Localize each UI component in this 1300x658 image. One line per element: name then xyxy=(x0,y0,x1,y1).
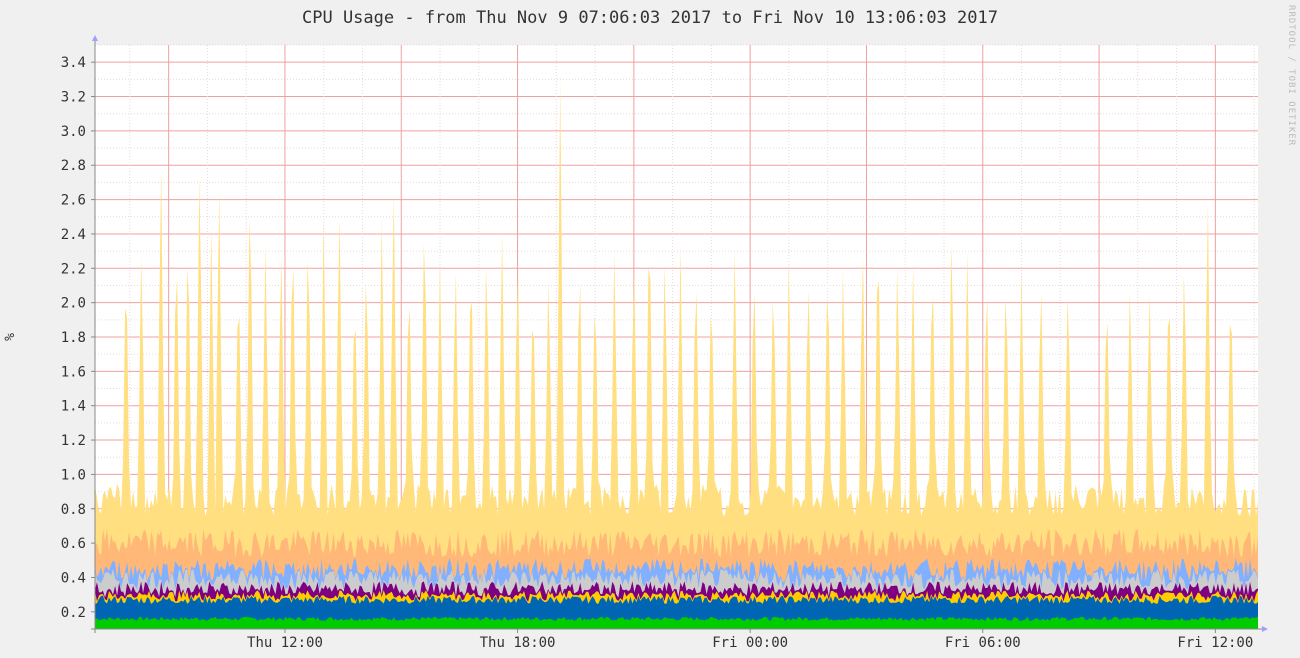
x-tick-label: Fri 06:00 xyxy=(945,635,1021,651)
y-tick-label: 1.0 xyxy=(61,467,86,483)
y-tick-label: 2.6 xyxy=(61,193,86,209)
y-tick-label: 0.6 xyxy=(61,536,86,552)
y-tick-label: 1.4 xyxy=(61,399,86,415)
y-tick-label: 1.6 xyxy=(61,364,86,380)
y-tick-label: 1.8 xyxy=(61,330,86,346)
x-axis-arrow xyxy=(1262,626,1268,632)
y-tick-label: 2.2 xyxy=(61,261,86,277)
y-tick-label: 0.2 xyxy=(61,605,86,621)
y-axis-unit: % xyxy=(3,333,18,341)
y-tick-label: 2.8 xyxy=(61,158,86,174)
y-axis-arrow xyxy=(92,35,98,41)
y-tick-label: 1.2 xyxy=(61,433,86,449)
x-tick-label: Fri 12:00 xyxy=(1177,635,1253,651)
x-tick-label: Thu 12:00 xyxy=(247,635,323,651)
y-tick-label: 2.0 xyxy=(61,296,86,312)
chart-title: CPU Usage - from Thu Nov 9 07:06:03 2017… xyxy=(302,8,998,28)
y-axis: 0.2 0.4 0.6 0.8 1.0 1.2 1.4 1.6 1.8 2.0 2.2 2.4 2.6 2… xyxy=(61,35,98,633)
y-tick-label: 3.0 xyxy=(61,124,86,140)
x-tick-label: Fri 00:00 xyxy=(712,635,788,651)
y-tick-label: 3.4 xyxy=(61,55,86,71)
y-tick-label: 2.4 xyxy=(61,227,86,243)
cpu-usage-chart: 0.2 0.4 0.6 0.8 1.0 1.2 1.4 1.6 1.8 2.0 2.2 2.4 2.6 2… xyxy=(3,5,1296,651)
x-axis: Thu 12:00 Thu 18:00 Fri 00:00 Fri 06:00 Fri … xyxy=(91,626,1268,651)
rrd-graph: 0.2 0.4 0.6 0.8 1.0 1.2 1.4 1.6 1.8 2.0 2.2 2.4 2.6 2… xyxy=(0,0,1300,658)
y-tick-label: 0.4 xyxy=(61,570,86,586)
x-tick-label: Thu 18:00 xyxy=(480,635,556,651)
rrdtool-watermark: RRDTOOL / TOBI OETIKER xyxy=(1286,5,1296,146)
y-tick-label: 0.8 xyxy=(61,502,86,518)
y-tick-label: 3.2 xyxy=(61,90,86,106)
